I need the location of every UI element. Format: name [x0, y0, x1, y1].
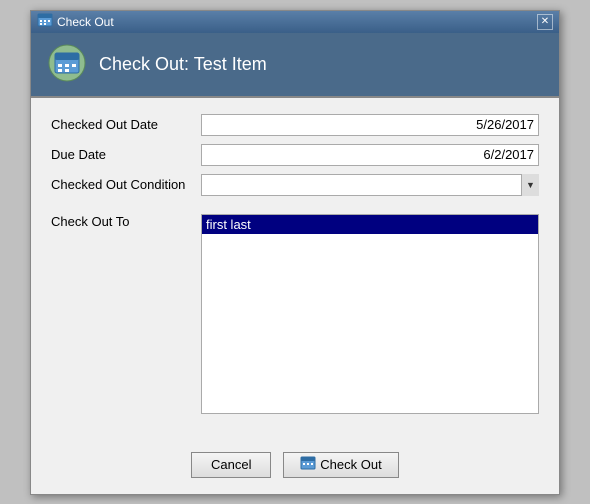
- check-out-to-label: Check Out To: [51, 214, 201, 229]
- title-bar-left: Check Out: [37, 12, 114, 31]
- check-out-window: Check Out ✕ Check Out: Test Item Checked…: [30, 10, 560, 495]
- checked-out-condition-select[interactable]: Good Fair Poor: [201, 174, 539, 196]
- checkout-label: Check Out: [320, 457, 381, 472]
- cancel-button[interactable]: Cancel: [191, 452, 271, 478]
- title-bar-text: Check Out: [57, 15, 114, 29]
- cancel-label: Cancel: [211, 457, 251, 472]
- title-bar: Check Out ✕: [31, 11, 559, 33]
- checkout-button[interactable]: Check Out: [283, 452, 398, 478]
- header-icon: [47, 43, 87, 86]
- spacer: [51, 204, 539, 214]
- due-date-row: Due Date: [51, 144, 539, 166]
- due-date-input[interactable]: [201, 144, 539, 166]
- due-date-label: Due Date: [51, 147, 201, 162]
- checked-out-date-label: Checked Out Date: [51, 117, 201, 132]
- close-button[interactable]: ✕: [537, 14, 553, 30]
- checked-out-date-input[interactable]: [201, 114, 539, 136]
- title-bar-icon: [37, 12, 53, 31]
- checkout-btn-icon: [300, 455, 316, 474]
- checked-out-condition-wrapper: Good Fair Poor ▼: [201, 174, 539, 196]
- checked-out-condition-label: Checked Out Condition: [51, 177, 201, 192]
- list-item[interactable]: first last: [202, 215, 538, 234]
- check-out-to-row: Check Out To first last: [51, 214, 539, 414]
- header-title: Check Out: Test Item: [99, 54, 267, 75]
- header-bar: Check Out: Test Item: [31, 33, 559, 98]
- checked-out-condition-row: Checked Out Condition Good Fair Poor ▼: [51, 174, 539, 196]
- checked-out-date-row: Checked Out Date: [51, 114, 539, 136]
- check-out-to-list[interactable]: first last: [201, 214, 539, 414]
- button-row: Cancel Check Out: [31, 442, 559, 494]
- form-content: Checked Out Date Due Date Checked Out Co…: [31, 98, 559, 442]
